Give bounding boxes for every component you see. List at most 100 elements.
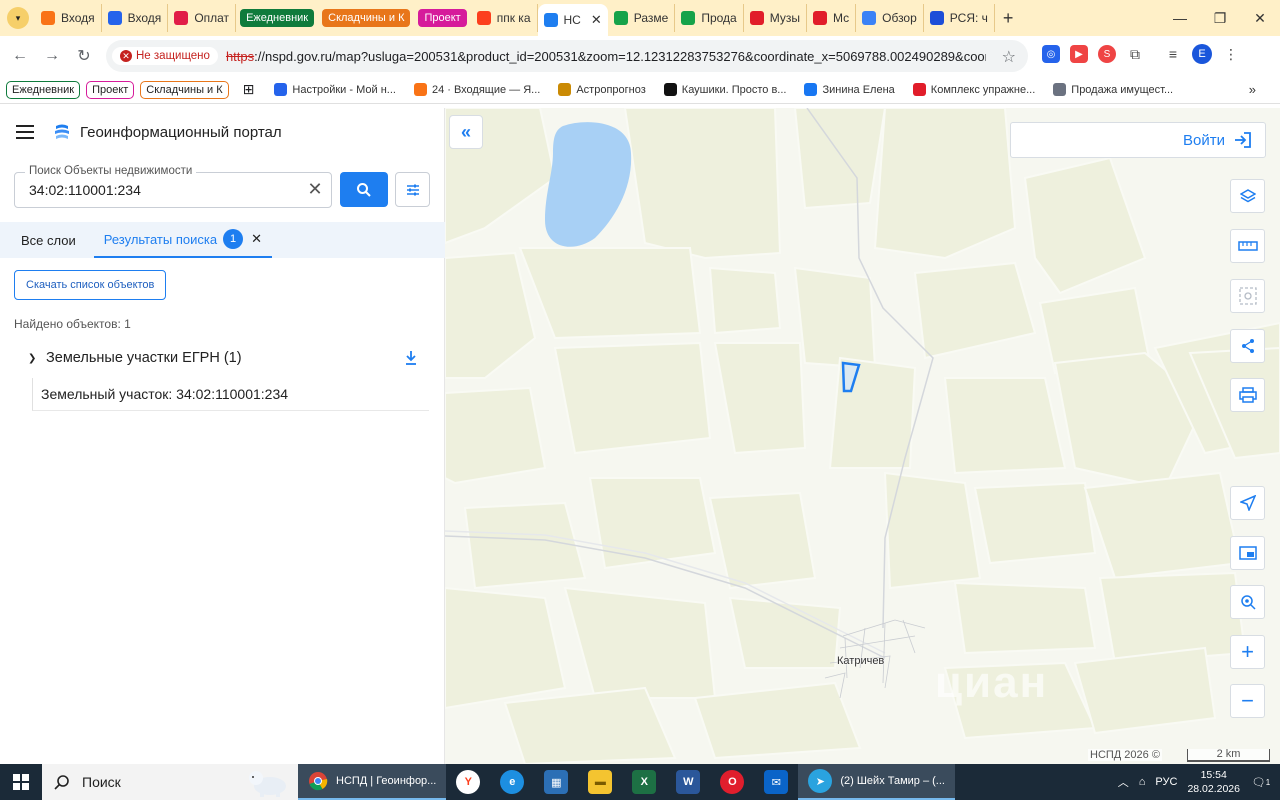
taskbar-word[interactable]: W [666, 764, 710, 800]
chevron-down-icon[interactable]: ❯ [28, 353, 46, 364]
extension-icon[interactable]: S [1098, 45, 1116, 63]
windows-logo-icon [13, 774, 29, 790]
collapse-panel-button[interactable]: « [449, 115, 483, 149]
geolocate-button[interactable] [1230, 486, 1265, 520]
browser-tab[interactable]: Оплат [168, 4, 237, 32]
result-group-title: Земельные участки ЕГРН (1) [46, 350, 242, 366]
bookmark-star-icon[interactable]: ☆ [1002, 47, 1016, 67]
browser-tab[interactable]: Входя [102, 4, 169, 32]
taskbar-explorer[interactable]: ▬ [578, 764, 622, 800]
taskbar-store[interactable]: ▦ [534, 764, 578, 800]
search-location-button[interactable] [1230, 585, 1265, 619]
apps-grid-icon[interactable]: ⊞ [235, 81, 263, 98]
ruler-button[interactable] [1230, 229, 1265, 263]
map-view[interactable]: циан « Войти + − Катричев НСПД 2026 © 2 … [445, 108, 1280, 764]
notifications-icon[interactable]: 🗨 1 [1250, 771, 1272, 793]
minimap-button[interactable] [1230, 536, 1265, 570]
tab-search-button[interactable]: ▾ [7, 7, 29, 29]
back-icon[interactable]: ← [4, 40, 36, 72]
address-bar[interactable]: ✕ Не защищено https://nspd.gov.ru/map?us… [106, 40, 1028, 72]
puzzle-icon[interactable]: ⧉ [1126, 45, 1144, 63]
search-input[interactable]: 34:02:110001:234 [29, 182, 141, 198]
clear-search-icon[interactable]: ✕ [305, 179, 325, 199]
double-chevron-left-icon: « [460, 121, 471, 142]
browser-tab[interactable]: Проект [414, 4, 470, 32]
bookmark-folder[interactable]: Проект [86, 80, 135, 99]
start-button[interactable] [0, 764, 42, 800]
taskbar-excel[interactable]: X [622, 764, 666, 800]
taskbar-mail[interactable]: ✉ [754, 764, 798, 800]
browser-tab[interactable]: Прода [675, 4, 744, 32]
language-indicator[interactable]: РУС [1155, 776, 1177, 788]
taskbar-yandex[interactable]: Y [446, 764, 490, 800]
pinwheel-icon [174, 11, 189, 25]
browser-tab[interactable]: НС ✕ [537, 4, 608, 36]
taskbar-search[interactable]: Поиск [42, 764, 298, 800]
login-button[interactable]: Войти [1010, 122, 1266, 158]
layers-button[interactable] [1230, 179, 1265, 213]
bookmark-item[interactable]: Продажа имущест... [1047, 83, 1179, 96]
share-button[interactable] [1230, 329, 1265, 363]
forward-icon[interactable]: → [36, 40, 68, 72]
download-list-button[interactable]: Скачать список объектов [14, 270, 167, 300]
browser-tab[interactable]: Входя [35, 4, 102, 32]
bookmark-item[interactable]: 24 · Входящие — Я... [408, 83, 546, 96]
network-icon[interactable]: ⌂ [1139, 776, 1146, 788]
extension-icon[interactable]: ◎ [1042, 45, 1060, 63]
bookmark-folder[interactable]: Складчины и К [140, 80, 229, 99]
telegram-icon: ➤ [808, 769, 833, 793]
browser-tab[interactable]: Мс [807, 4, 857, 32]
reading-list-icon[interactable]: ≡ [1164, 45, 1182, 63]
zoom-out-button[interactable]: − [1230, 684, 1265, 718]
filter-button[interactable] [395, 172, 430, 207]
search-field[interactable]: Поиск Объекты недвижимости 34:02:110001:… [14, 165, 332, 208]
youtube-icon [912, 83, 926, 96]
taskbar-chrome-app[interactable]: НСПД | Геоинфор... [298, 764, 447, 800]
profile-avatar[interactable]: E [1192, 44, 1212, 64]
area-select-button[interactable] [1230, 279, 1265, 313]
minimize-icon[interactable]: — [1160, 0, 1200, 36]
bookmark-folder[interactable]: Ежедневник [6, 80, 81, 99]
search-button[interactable] [340, 172, 388, 207]
bookmark-item[interactable]: Астропрогноз [552, 83, 651, 96]
browser-tab[interactable]: Ежедневник [236, 4, 318, 32]
youtube-extension-icon[interactable]: ▶ [1070, 45, 1088, 63]
browser-tab[interactable]: Разме [608, 4, 676, 32]
new-tab-button[interactable]: + [1003, 8, 1014, 29]
tab-all-layers[interactable]: Все слои [0, 222, 94, 258]
bookmark-list: Ежедневник Проект Складчины и К ⊞ Настройки … [6, 80, 1179, 99]
zoom-in-button[interactable]: + [1230, 635, 1265, 669]
tab-search-results[interactable]: Результаты поиска 1 ✕ [93, 222, 272, 258]
bookmark-item[interactable]: Настройки - Мой н... [268, 83, 402, 96]
hamburger-menu-icon[interactable] [16, 125, 34, 139]
close-results-icon[interactable]: ✕ [251, 231, 262, 247]
bookmark-item[interactable]: Зинина Елена [798, 83, 900, 96]
url-text[interactable]: https://nspd.gov.ru/map?usluga=200531&pr… [226, 49, 986, 64]
print-button[interactable] [1230, 378, 1265, 412]
browser-tab[interactable]: ппк ка [471, 4, 538, 32]
close-tab-icon[interactable]: ✕ [591, 12, 602, 28]
clock[interactable]: 15:54 28.02.2026 [1187, 768, 1240, 796]
taskbar-opera[interactable]: O [710, 764, 754, 800]
more-bookmarks-icon[interactable]: » [1249, 82, 1256, 97]
warning-icon: ✕ [120, 50, 132, 62]
chevron-up-icon[interactable]: ︿ [1118, 774, 1129, 790]
browser-tab[interactable]: РСЯ: ч [924, 4, 995, 32]
browser-tab[interactable]: Складчины и К [318, 4, 414, 32]
taskbar-telegram-app[interactable]: ➤ (2) Шейх Тамир – (... [798, 764, 955, 800]
taskbar-edge[interactable]: e [490, 764, 534, 800]
search-icon [54, 775, 69, 790]
bookmark-item[interactable]: Комплекс упражне... [907, 83, 1041, 96]
bookmark-item[interactable]: Каушики. Просто в... [658, 83, 793, 96]
download-icon[interactable] [404, 350, 418, 366]
browser-tab[interactable]: Обзор [856, 4, 924, 32]
restore-icon[interactable]: ❐ [1200, 0, 1240, 36]
result-list-item[interactable]: Земельный участок: 34:02:110001:234 [32, 378, 429, 411]
portal-logo[interactable]: Геоинформационный портал [52, 122, 282, 142]
browser-tab[interactable]: Музы [744, 4, 807, 32]
result-group-header[interactable]: ❯ Земельные участки ЕГРН (1) [28, 348, 424, 368]
reload-icon[interactable]: ↻ [68, 40, 100, 72]
security-chip[interactable]: ✕ Не защищено [112, 47, 218, 65]
close-window-icon[interactable]: ✕ [1240, 0, 1280, 36]
menu-dots-icon[interactable]: ⋮ [1222, 45, 1240, 63]
